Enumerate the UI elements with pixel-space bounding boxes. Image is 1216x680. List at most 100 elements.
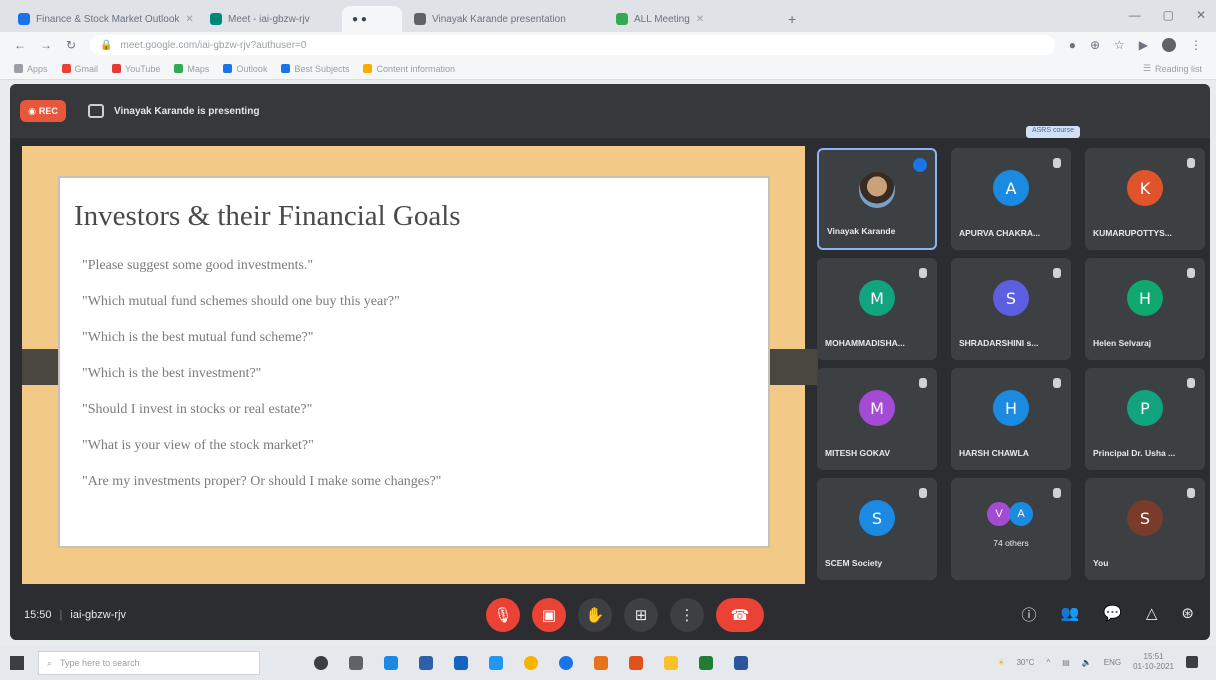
participant-tile[interactable]: A APURVA CHAKRA... — [951, 148, 1071, 250]
opera-icon[interactable] — [629, 656, 643, 670]
participant-tile[interactable]: S SCEM Society — [817, 478, 937, 580]
presentation-slide: Investors & their Financial Goals "Pleas… — [22, 146, 818, 584]
folder-icon[interactable] — [664, 656, 678, 670]
participant-name: Vinayak Karande — [827, 226, 896, 236]
participant-tile[interactable]: M MITESH GOKAV — [817, 368, 937, 470]
maps-icon — [174, 64, 184, 73]
close-window-icon[interactable]: ✕ — [1196, 8, 1206, 22]
bookmark-youtube[interactable]: YouTube — [112, 64, 160, 74]
bookmark-content[interactable]: Content information — [363, 64, 455, 74]
camera-icon[interactable]: ● — [1069, 38, 1076, 52]
windows-taskbar: ⌕ Type here to search ☀ 30°C ^ ▤ 🔈 ENG 1… — [0, 646, 1216, 680]
search-icon: ⌕ — [47, 657, 53, 668]
info-icon[interactable]: ⓘ — [1021, 604, 1036, 625]
chrome-profile-icon[interactable] — [559, 656, 573, 670]
notification-toast[interactable]: ASRS course — [1025, 126, 1080, 138]
participant-tile[interactable]: Vinayak Karande — [817, 148, 937, 250]
chrome-icon[interactable] — [524, 656, 538, 670]
camera-off-button[interactable]: ▣ — [532, 598, 566, 632]
lock-icon: 🔒 — [100, 39, 113, 51]
bookmark-gmail[interactable]: Gmail — [61, 64, 98, 74]
menu-icon[interactable]: ⋮ — [1190, 38, 1202, 52]
browser-tab[interactable]: Finance & Stock Market Outlook ✕ — [8, 6, 198, 32]
meet-bottom-bar: 15:50 | iai-gbzw-rjv 🎙 ▣ ✋ ⊞ ⋮ ☎ ⓘ 👥 💬 △… — [10, 590, 1210, 640]
host-controls-icon[interactable]: ⊛ — [1181, 604, 1194, 625]
record-icon: ◉ — [28, 105, 36, 116]
network-icon[interactable]: ▤ — [1062, 658, 1070, 667]
more-options-button[interactable]: ⋮ — [670, 598, 704, 632]
mail-icon[interactable] — [454, 656, 468, 670]
avatar: K — [1127, 170, 1163, 206]
system-tray: ☀ 30°C ^ ▤ 🔈 ENG 15:51 01-10-2021 — [997, 652, 1198, 672]
close-tab-icon[interactable]: ✕ — [696, 14, 704, 25]
bookmark-maps[interactable]: Maps — [174, 64, 209, 74]
activities-icon[interactable]: △ — [1146, 604, 1158, 625]
window-controls: — ▢ ✕ — [1129, 8, 1206, 22]
file-explorer-icon[interactable] — [419, 656, 433, 670]
avatar: M — [859, 390, 895, 426]
profile-avatar[interactable] — [1162, 38, 1176, 52]
participant-name: APURVA CHAKRA... — [959, 228, 1041, 238]
bookmark-apps[interactable]: Apps — [14, 64, 48, 74]
zoom-icon[interactable]: ⊕ — [1090, 38, 1100, 52]
reading-list-icon: ☰ — [1142, 63, 1151, 73]
tray-overflow-icon[interactable]: ^ — [1046, 658, 1050, 667]
people-icon[interactable]: 👥 — [1061, 604, 1080, 625]
raise-hand-button[interactable]: ✋ — [578, 598, 612, 632]
participant-tile[interactable]: H HARSH CHAWLA — [951, 368, 1071, 470]
others-tile[interactable]: V A 74 others — [951, 478, 1071, 580]
leave-call-button[interactable]: ☎ — [716, 598, 764, 632]
new-tab-button[interactable]: + — [778, 11, 806, 32]
participant-tile[interactable]: H Helen Selvaraj — [1085, 258, 1205, 360]
weather-icon[interactable]: ☀ — [997, 658, 1004, 667]
slide-quote: "Should I invest in stocks or real estat… — [82, 402, 313, 417]
browser-tab[interactable]: Meet - iai-gbzw-rjv — [200, 6, 340, 32]
participant-tile[interactable]: K KUMARUPOTTYS... — [1085, 148, 1205, 250]
taskbar-clock[interactable]: 15:51 01-10-2021 — [1133, 652, 1174, 672]
forward-icon[interactable]: → — [40, 38, 52, 52]
toolbar-icons: ● ⊕ ☆ ▶ ⋮ — [1069, 38, 1202, 52]
extension-icon[interactable]: ▶ — [1139, 38, 1148, 52]
mic-muted-icon — [1187, 488, 1195, 498]
slide-quote: "Please suggest some good investments." — [82, 258, 314, 273]
browser-tab[interactable]: ALL Meeting ✕ — [606, 6, 776, 32]
participant-tile[interactable]: M MOHAMMADISHA... — [817, 258, 937, 360]
browser-tab[interactable]: Vinayak Karande presentation — [404, 6, 604, 32]
reload-icon[interactable]: ↻ — [66, 38, 76, 52]
browser-tab-active[interactable]: ● ● — [342, 6, 402, 32]
taskbar-search[interactable]: ⌕ Type here to search — [38, 651, 260, 675]
slide-quote: "Which is the best mutual fund scheme?" — [82, 330, 314, 345]
present-button[interactable]: ⊞ — [624, 598, 658, 632]
maximize-icon[interactable]: ▢ — [1163, 8, 1174, 22]
chat-icon[interactable]: 💬 — [1103, 604, 1122, 625]
windows-start-icon[interactable] — [10, 656, 24, 670]
reading-list[interactable]: ☰ Reading list — [1143, 63, 1202, 74]
language-indicator[interactable]: ENG — [1104, 658, 1121, 667]
star-icon[interactable]: ☆ — [1114, 38, 1125, 52]
close-tab-icon[interactable]: ✕ — [185, 14, 193, 25]
store-icon[interactable] — [384, 656, 398, 670]
self-tile[interactable]: S You — [1085, 478, 1205, 580]
participant-name: HARSH CHAWLA — [959, 448, 1029, 458]
notifications-icon[interactable] — [1186, 656, 1198, 668]
slide-quote: "What is your view of the stock market?" — [82, 438, 314, 453]
cortana-icon[interactable] — [314, 656, 328, 670]
bookmark-outlook[interactable]: Outlook — [223, 64, 267, 74]
back-icon[interactable]: ← — [14, 38, 26, 52]
avatar: S — [859, 500, 895, 536]
excel-icon[interactable] — [699, 656, 713, 670]
participant-tile[interactable]: S SHRADARSHINI s... — [951, 258, 1071, 360]
participant-name: KUMARUPOTTYS... — [1093, 228, 1172, 238]
speaking-indicator-icon — [913, 158, 927, 172]
participant-name: MITESH GOKAV — [825, 448, 891, 458]
url-field[interactable]: 🔒 meet.google.com/iai-gbzw-rjv?authuser=… — [90, 35, 1055, 55]
bookmark-best-subjects[interactable]: Best Subjects — [281, 64, 349, 74]
firefox-icon[interactable] — [594, 656, 608, 670]
participant-tile[interactable]: P Principal Dr. Usha ... — [1085, 368, 1205, 470]
word-icon[interactable] — [734, 656, 748, 670]
mic-off-button[interactable]: 🎙 — [486, 598, 520, 632]
task-view-icon[interactable] — [349, 656, 363, 670]
edge-icon[interactable] — [489, 656, 503, 670]
volume-icon[interactable]: 🔈 — [1082, 658, 1092, 667]
minimize-icon[interactable]: — — [1129, 8, 1141, 22]
